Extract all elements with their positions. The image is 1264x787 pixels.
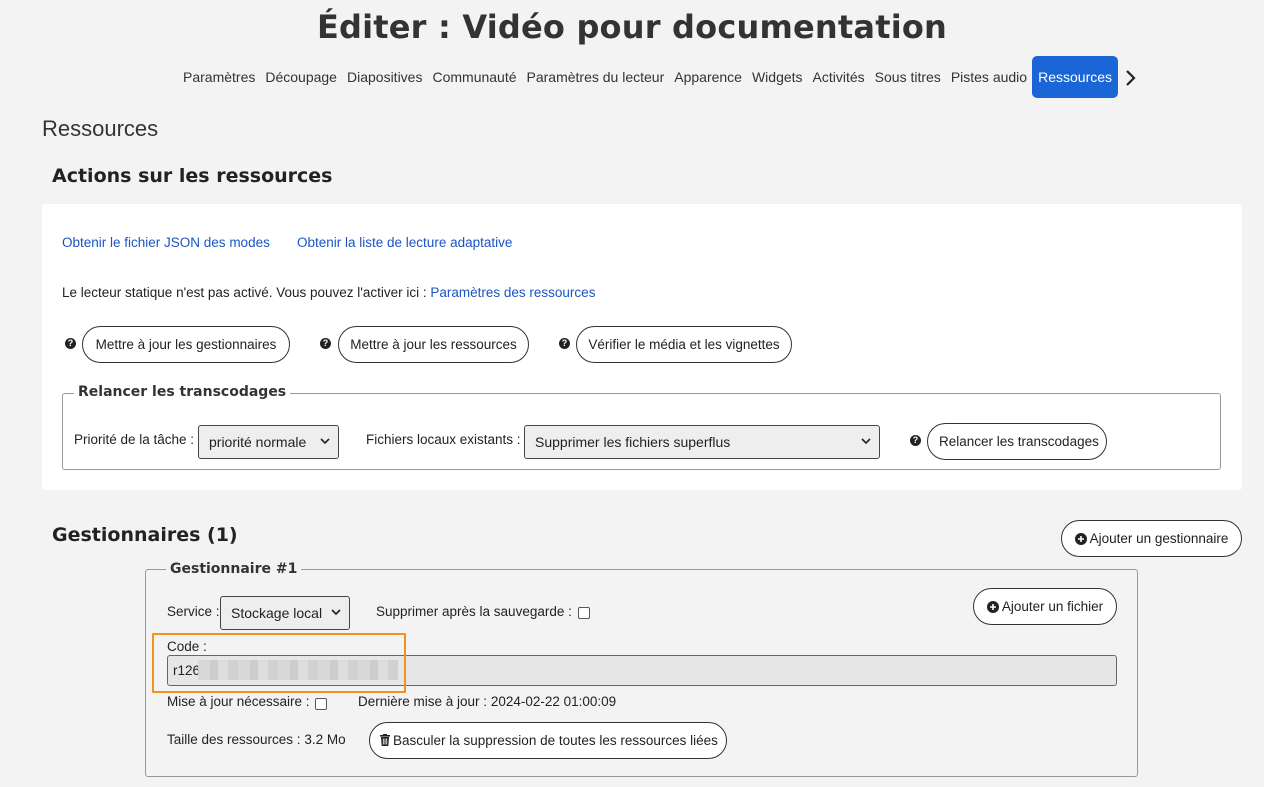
update-resources-button[interactable]: Mettre à jour les ressources [338, 326, 529, 363]
tab-sous-titres[interactable]: Sous titres [870, 56, 946, 98]
delete-after-backup-label: Supprimer après la sauvegarde : [376, 604, 572, 619]
local-files-value: Supprimer les fichiers superflus [535, 434, 731, 450]
add-manager-label: Ajouter un gestionnaire [1089, 531, 1229, 546]
local-files-label: Fichiers locaux existants : [366, 432, 521, 447]
delete-after-backup-checkbox[interactable] [578, 607, 590, 619]
tab-diapositives[interactable]: Diapositives [342, 56, 427, 98]
tab-parametres[interactable]: Paramètres [178, 56, 260, 98]
static-player-text: Le lecteur statique n'est pas activé. Vo… [62, 285, 427, 300]
help-icon[interactable]: ? [910, 435, 921, 446]
tab-parametres-lecteur[interactable]: Paramètres du lecteur [522, 56, 670, 98]
add-file-label: Ajouter un fichier [1001, 599, 1104, 614]
priority-label: Priorité de la tâche : [74, 432, 195, 447]
resource-size-label: Taille des ressources : [167, 732, 301, 747]
trash-icon [380, 724, 390, 759]
managers-title: Gestionnaires (1) [52, 524, 238, 546]
help-icon[interactable]: ? [559, 338, 570, 349]
help-icon[interactable]: ? [65, 338, 76, 349]
page-title: Éditer : Vidéo pour documentation [316, 8, 948, 46]
static-player-notice: Le lecteur statique n'est pas activé. Vo… [62, 285, 595, 300]
local-files-select[interactable]: Supprimer les fichiers superflus [524, 425, 880, 459]
resource-size: Taille des ressources : 3.2 Mo [167, 732, 346, 747]
toggle-delete-label: Basculer la suppression de toutes les re… [393, 733, 718, 748]
resource-size-value: 3.2 Mo [304, 732, 346, 747]
transcode-legend: Relancer les transcodages [74, 384, 291, 400]
plus-circle-icon [1074, 523, 1087, 558]
adaptive-playlist-link[interactable]: Obtenir la liste de lecture adaptative [297, 235, 512, 250]
tab-widgets[interactable]: Widgets [747, 56, 808, 98]
add-manager-button[interactable]: Ajouter un gestionnaire [1061, 520, 1242, 557]
last-update-label: Dernière mise à jour : [358, 694, 488, 709]
json-modes-link[interactable]: Obtenir le fichier JSON des modes [62, 235, 270, 250]
last-update-value: 2024-02-22 01:00:09 [490, 694, 617, 709]
service-label: Service : [167, 604, 220, 619]
priority-value: priorité normale [209, 434, 307, 450]
tab-ressources[interactable]: Ressources [1032, 56, 1119, 98]
update-needed-checkbox[interactable] [315, 698, 327, 710]
tab-apparence[interactable]: Apparence [669, 56, 747, 98]
service-select[interactable]: Stockage local [220, 596, 350, 630]
tab-activites[interactable]: Activités [808, 56, 870, 98]
help-icon[interactable]: ? [320, 338, 331, 349]
plus-circle-icon [986, 591, 999, 626]
relaunch-transcode-button[interactable]: Relancer les transcodages [927, 423, 1107, 460]
actions-title: Actions sur les ressources [52, 165, 333, 187]
resource-settings-link[interactable]: Paramètres des ressources [430, 285, 595, 300]
tab-decoupage[interactable]: Découpage [260, 56, 342, 98]
check-media-button[interactable]: Vérifier le média et les vignettes [576, 326, 792, 363]
manager-legend: Gestionnaire #1 [166, 561, 302, 577]
tab-communaute[interactable]: Communauté [427, 56, 521, 98]
update-needed-label: Mise à jour nécessaire : [167, 694, 310, 709]
add-file-button[interactable]: Ajouter un fichier [973, 588, 1117, 625]
service-value: Stockage local [231, 605, 323, 621]
chevron-right-icon[interactable] [1121, 66, 1141, 90]
toggle-delete-resources-button[interactable]: Basculer la suppression de toutes les re… [369, 722, 727, 759]
tab-pistes-audio[interactable]: Pistes audio [946, 56, 1032, 98]
last-update: Dernière mise à jour : 2024-02-22 01:00:… [358, 694, 616, 709]
section-title: Ressources [42, 116, 159, 141]
chevron-down-icon [320, 426, 330, 469]
tab-bar: Paramètres Découpage Diapositives Commun… [178, 56, 1119, 98]
update-managers-button[interactable]: Mettre à jour les gestionnaires [82, 326, 290, 363]
chevron-down-icon [861, 426, 871, 469]
highlight-box [152, 633, 406, 693]
priority-select[interactable]: priorité normale [198, 425, 339, 459]
